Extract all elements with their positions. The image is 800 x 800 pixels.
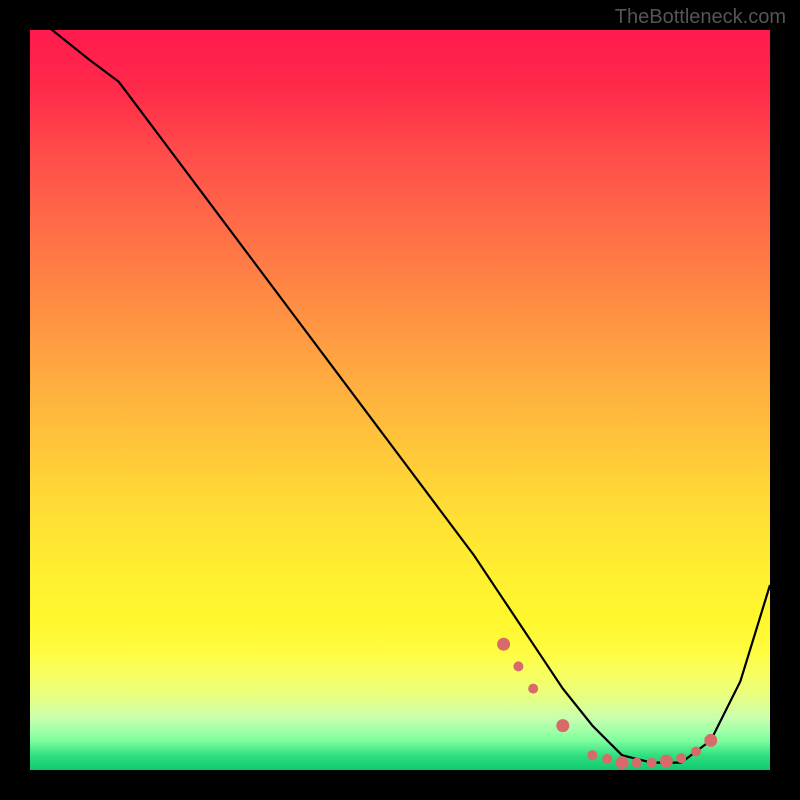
marker-point: [587, 750, 597, 760]
marker-point: [704, 734, 717, 747]
marker-point: [513, 661, 523, 671]
marker-point: [632, 758, 642, 768]
chart-svg: [30, 30, 770, 770]
curve-line: [30, 15, 770, 762]
marker-point: [497, 638, 510, 651]
marker-point: [691, 747, 701, 757]
marker-point: [528, 684, 538, 694]
marker-point: [556, 719, 569, 732]
marker-point: [602, 754, 612, 764]
plot-area: [30, 30, 770, 770]
marker-point: [647, 758, 657, 768]
watermark-text: TheBottleneck.com: [615, 6, 786, 29]
highlight-markers: [497, 638, 717, 769]
marker-point: [616, 756, 629, 769]
marker-point: [660, 755, 673, 768]
marker-point: [676, 753, 686, 763]
